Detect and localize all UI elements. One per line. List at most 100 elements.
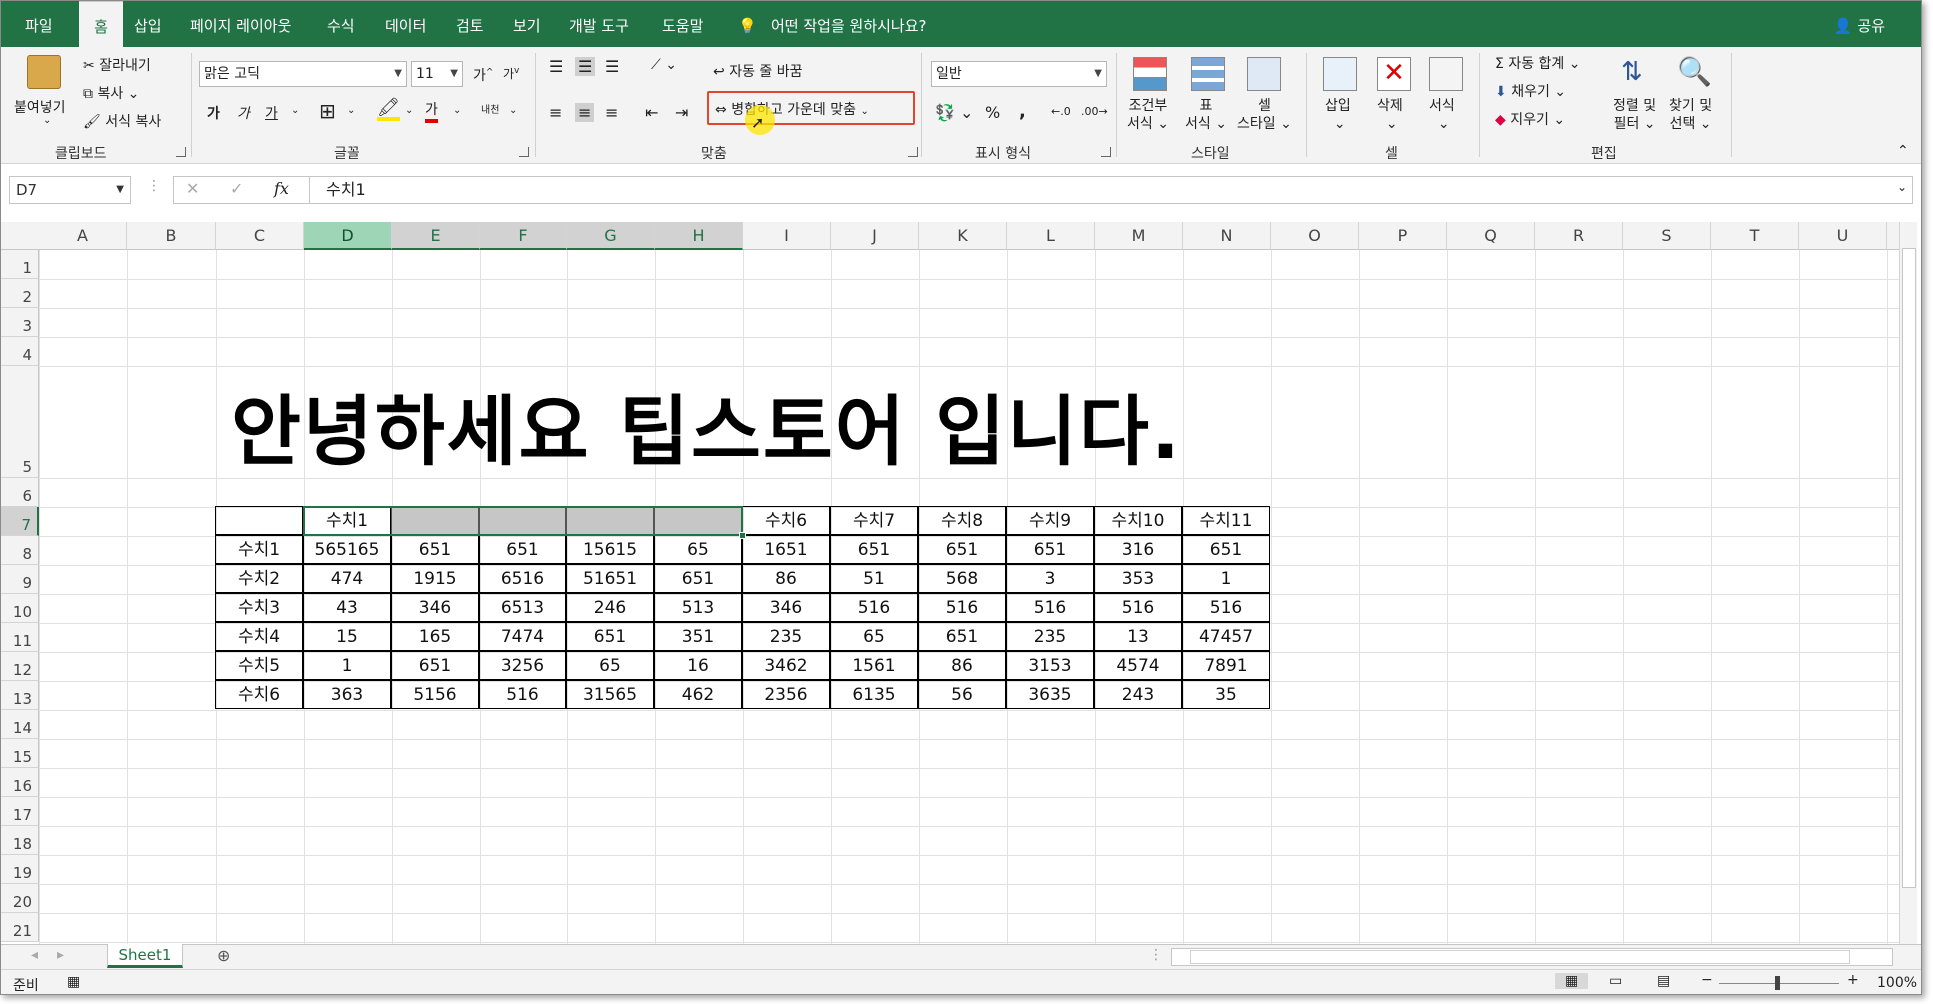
increase-indent-icon[interactable]: ⇥ (675, 103, 688, 122)
delete-cells-button[interactable]: 삭제 ⌄ (1377, 97, 1403, 133)
phonetic-button[interactable]: 내천 (481, 101, 499, 116)
table-cell[interactable]: 5156 (391, 680, 479, 709)
table-cell[interactable]: 3462 (742, 651, 830, 680)
sort-filter-button[interactable]: 정렬 및 필터 ⌄ (1613, 97, 1656, 133)
name-box[interactable]: D7 ▼ (9, 176, 131, 204)
italic-button[interactable]: 가 (237, 103, 250, 123)
row-header-7[interactable]: 7 (1, 507, 39, 536)
tab-help[interactable]: 도움말 (662, 1, 703, 47)
column-header-h[interactable]: H (655, 222, 743, 250)
comma-button[interactable]: , (1019, 101, 1026, 122)
horizontal-scrollbar[interactable] (1171, 948, 1893, 966)
table-cell[interactable]: 43 (303, 593, 391, 622)
row-header-9[interactable]: 9 (1, 565, 39, 594)
table-cell[interactable]: 235 (1006, 622, 1094, 651)
table-cell[interactable]: 15615 (566, 535, 654, 564)
row-header-12[interactable]: 12 (1, 652, 39, 681)
table-cell[interactable]: 65 (566, 651, 654, 680)
row-header-19[interactable]: 19 (1, 855, 39, 884)
table-cell[interactable]: 565165 (303, 535, 391, 564)
table-cell[interactable]: 513 (654, 593, 742, 622)
column-header-q[interactable]: Q (1447, 222, 1535, 250)
align-left-icon[interactable]: ≡ (549, 103, 562, 122)
table-cell[interactable]: 86 (742, 564, 830, 593)
table-cell[interactable]: 474 (303, 564, 391, 593)
table-cell[interactable]: 3 (1006, 564, 1094, 593)
tab-formulas[interactable]: 수식 (327, 1, 355, 47)
table-cell[interactable]: 86 (918, 651, 1006, 680)
add-sheet-icon[interactable]: ⊕ (217, 946, 230, 965)
orientation-icon[interactable]: ⟋ ⌄ (651, 57, 677, 73)
table-cell[interactable]: 651 (1006, 535, 1094, 564)
borders-icon[interactable]: ⊞ (319, 99, 336, 123)
number-launcher-icon[interactable] (1101, 147, 1111, 157)
tab-review[interactable]: 검토 (456, 1, 484, 47)
column-header-p[interactable]: P (1359, 222, 1447, 250)
autosum-button[interactable]: Σ 자동 합계 ⌄ (1495, 53, 1580, 73)
table-cell[interactable]: 353 (1094, 564, 1182, 593)
row-header-2[interactable]: 2 (1, 279, 39, 308)
chevron-down-icon[interactable]: ⌄ (453, 105, 461, 116)
row-header-11[interactable]: 11 (1, 623, 39, 652)
font-name-select[interactable]: 맑은 고딕 ▼ (199, 61, 407, 87)
row-label-cell[interactable]: 수치1 (215, 535, 303, 564)
tab-insert[interactable]: 삽입 (134, 1, 162, 47)
row-header-16[interactable]: 16 (1, 768, 39, 797)
alignment-launcher-icon[interactable] (908, 147, 918, 157)
table-cell[interactable]: 1651 (742, 535, 830, 564)
enter-icon[interactable]: ✓ (230, 179, 243, 198)
table-cell[interactable]: 651 (391, 651, 479, 680)
format-as-table-button[interactable]: 표 서식 ⌄ (1185, 97, 1227, 133)
column-header-s[interactable]: S (1623, 222, 1711, 250)
conditional-format-button[interactable]: 조건부 서식 ⌄ (1127, 97, 1169, 133)
column-header-a[interactable]: A (39, 222, 127, 250)
row-header-17[interactable]: 17 (1, 797, 39, 826)
column-header-i[interactable]: I (743, 222, 831, 250)
cell-styles-button[interactable]: 셀 스타일 ⌄ (1237, 97, 1292, 133)
table-cell[interactable]: 651 (479, 535, 566, 564)
table-cell[interactable]: 4574 (1094, 651, 1182, 680)
table-cell[interactable]: 651 (918, 622, 1006, 651)
column-header-c[interactable]: C (216, 222, 304, 250)
table-cell[interactable]: 235 (742, 622, 830, 651)
table-header-cell[interactable]: 수치7 (830, 506, 918, 535)
zoom-in-icon[interactable]: + (1847, 972, 1859, 988)
table-cell[interactable]: 65 (830, 622, 918, 651)
table-cell[interactable]: 31565 (566, 680, 654, 709)
table-cell[interactable]: 7474 (479, 622, 566, 651)
table-cell[interactable]: 1 (1182, 564, 1270, 593)
table-cell[interactable]: 651 (830, 535, 918, 564)
table-header-cell[interactable]: 수치8 (918, 506, 1006, 535)
row-header-18[interactable]: 18 (1, 826, 39, 855)
sheet-tab-sheet1[interactable]: Sheet1 (107, 944, 183, 968)
decrease-decimal-icon[interactable]: .00→ (1081, 105, 1108, 118)
row-header-5[interactable]: 5 (1, 366, 39, 478)
column-header-o[interactable]: O (1271, 222, 1359, 250)
column-header-u[interactable]: U (1799, 222, 1887, 250)
share-button[interactable]: 👤 공유 (1834, 1, 1885, 47)
fx-icon[interactable]: fx (274, 179, 289, 198)
table-header-cell[interactable] (479, 506, 566, 535)
tab-file[interactable]: 파일 (25, 1, 53, 47)
format-painter-button[interactable]: 🖌 서식 복사 (83, 111, 161, 131)
table-cell[interactable]: 651 (918, 535, 1006, 564)
align-top-icon[interactable]: ☰ (549, 57, 563, 76)
formula-input[interactable]: 수치1 (309, 176, 1913, 204)
column-header-f[interactable]: F (480, 222, 567, 250)
scroll-left-icon[interactable]: ◂ (31, 947, 38, 963)
vertical-scrollbar[interactable] (1899, 222, 1917, 944)
row-label-cell[interactable]: 수치2 (215, 564, 303, 593)
row-header-10[interactable]: 10 (1, 594, 39, 623)
fill-handle[interactable] (739, 532, 746, 539)
tab-page-layout[interactable]: 페이지 레이아웃 (190, 1, 291, 47)
zoom-thumb[interactable] (1775, 976, 1780, 990)
cancel-icon[interactable]: ✕ (186, 179, 199, 198)
macro-record-icon[interactable]: ▦ (67, 974, 80, 990)
table-header-cell[interactable]: 수치11 (1182, 506, 1270, 535)
table-cell[interactable]: 651 (566, 622, 654, 651)
tab-home[interactable]: 홈 (79, 1, 123, 47)
merge-center-button[interactable]: ⇔ 병합하고 가운데 맞춤 ⌄ (715, 99, 869, 119)
row-header-15[interactable]: 15 (1, 739, 39, 768)
zoom-out-icon[interactable]: − (1701, 972, 1713, 988)
tab-data[interactable]: 데이터 (385, 1, 426, 47)
